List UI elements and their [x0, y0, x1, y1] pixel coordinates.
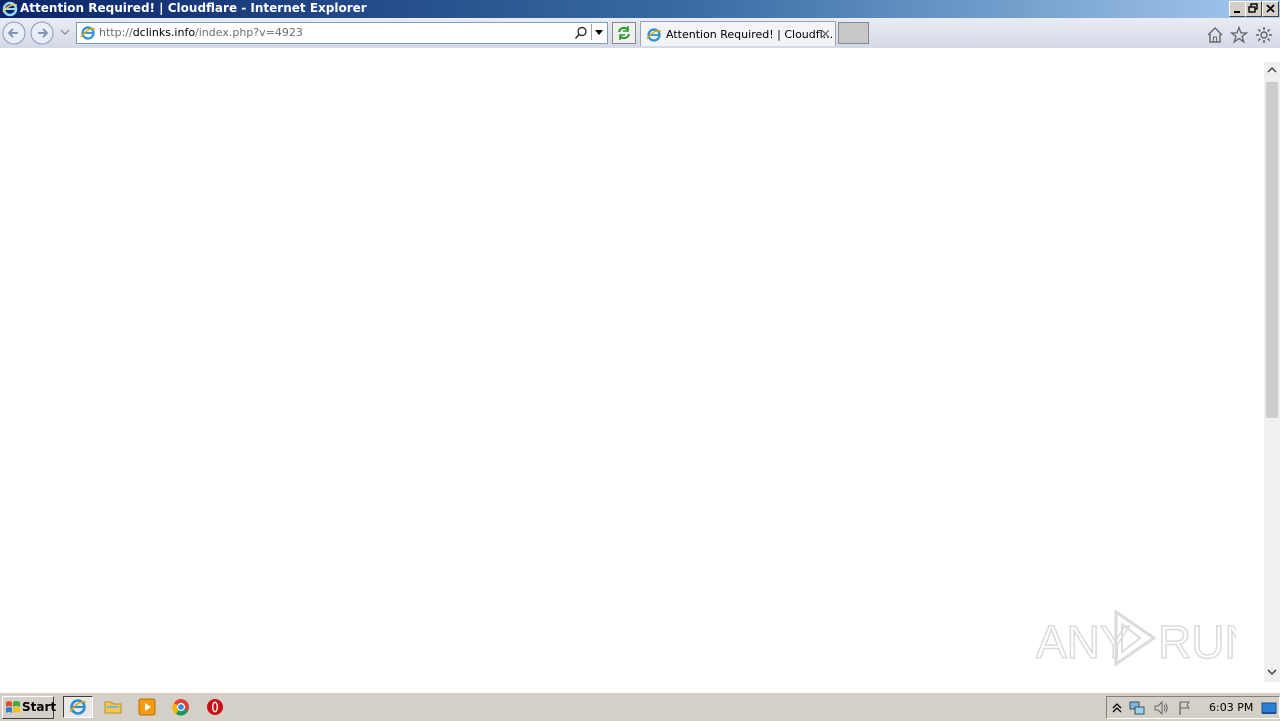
action-center-flag-icon[interactable]: [1177, 700, 1193, 716]
home-icon[interactable]: [1206, 26, 1224, 44]
forward-button[interactable]: [30, 21, 54, 45]
windows-flag-icon: [6, 701, 20, 713]
browser-toolbar: http://dclinks.info/index.php?v=4923 Att…: [0, 18, 1280, 48]
address-dropdown-button[interactable]: [591, 24, 606, 40]
tab-label: Attention Required! | Cloudfl...: [666, 28, 834, 41]
url-prefix: http://: [99, 26, 133, 39]
refresh-button[interactable]: [612, 22, 636, 44]
tab-attention-required[interactable]: Attention Required! | Cloudfl... ×: [640, 21, 836, 46]
window-titlebar: Attention Required! | Cloudflare - Inter…: [0, 0, 1280, 18]
back-button[interactable]: [2, 21, 26, 45]
ie-page-icon: [646, 28, 662, 42]
clock[interactable]: 6:03 PM: [1209, 701, 1253, 714]
scroll-down-chevron-icon[interactable]: [1266, 666, 1278, 678]
start-label: Start: [22, 700, 57, 714]
tab-close-icon[interactable]: ×: [820, 27, 831, 42]
system-tray: 6:03 PM: [1106, 696, 1280, 719]
volume-speaker-icon[interactable]: [1153, 700, 1169, 716]
internet-explorer-icon: [2, 1, 18, 17]
minimize-icon: [1234, 11, 1240, 13]
network-icon[interactable]: [1129, 700, 1145, 716]
window-title: Attention Required! | Cloudflare - Inter…: [20, 1, 367, 15]
minimize-button[interactable]: [1229, 1, 1246, 17]
opera-icon[interactable]: [205, 697, 225, 717]
chrome-icon[interactable]: [171, 697, 191, 717]
favorites-star-icon[interactable]: [1230, 26, 1248, 44]
media-player-icon[interactable]: [137, 697, 157, 717]
file-explorer-folder-icon[interactable]: [103, 697, 123, 717]
url-path: /index.php?v=4923: [195, 26, 303, 39]
close-window-button[interactable]: [1262, 1, 1279, 17]
url-text[interactable]: http://dclinks.info/index.php?v=4923: [99, 26, 303, 39]
anyrun-watermark-logo: ANY RUN: [1036, 609, 1236, 669]
vertical-scrollbar[interactable]: [1264, 62, 1280, 682]
tools-gear-icon[interactable]: [1255, 26, 1273, 44]
url-host: dclinks.info: [132, 26, 196, 39]
taskbar-internet-explorer-button[interactable]: [63, 696, 93, 718]
recent-pages-chevron-down-icon[interactable]: [60, 28, 70, 36]
show-hidden-icons-chevron-up-icon[interactable]: [1109, 700, 1125, 716]
taskbar: Start 6:03 PM: [0, 692, 1280, 721]
chevron-down-icon: [595, 30, 603, 35]
ie-page-icon: [80, 26, 96, 40]
restore-icon: [1248, 3, 1258, 13]
restore-button[interactable]: [1245, 1, 1262, 17]
close-icon: [1266, 4, 1275, 13]
svg-text:RUN: RUN: [1158, 616, 1236, 668]
start-button[interactable]: Start: [2, 696, 57, 719]
show-desktop-icon[interactable]: [1261, 700, 1277, 716]
new-tab-button[interactable]: [838, 22, 869, 44]
scroll-up-chevron-icon[interactable]: [1266, 64, 1278, 76]
scrollbar-thumb[interactable]: [1266, 82, 1278, 418]
internet-explorer-icon: [69, 699, 87, 715]
address-bar[interactable]: http://dclinks.info/index.php?v=4923: [76, 22, 608, 44]
search-icon[interactable]: [574, 26, 588, 40]
refresh-icon: [618, 26, 630, 40]
page-content-area[interactable]: [0, 48, 1264, 692]
